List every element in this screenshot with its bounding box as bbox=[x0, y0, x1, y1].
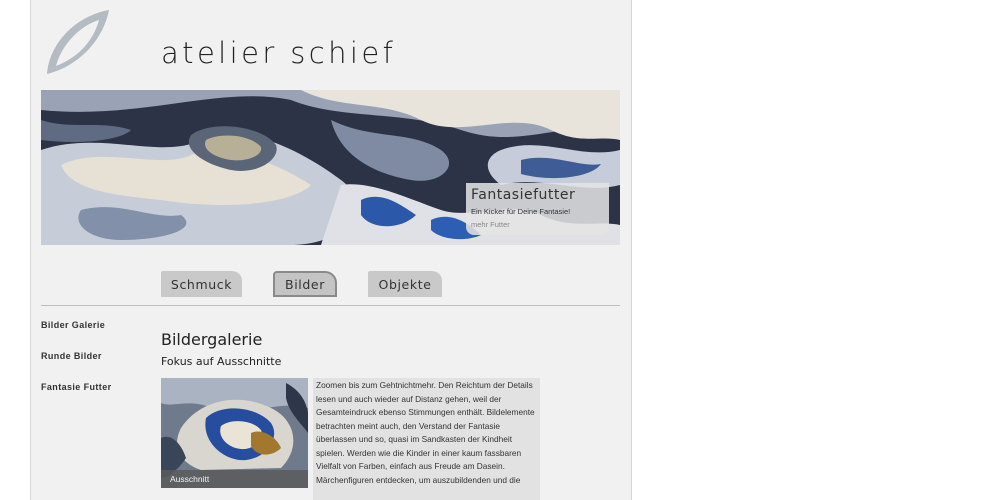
gallery-image[interactable]: Ausschnitt bbox=[161, 378, 308, 488]
gallery-description: Zoomen bis zum Gehtnichtmehr. Den Reicht… bbox=[313, 378, 540, 500]
description-paragraph: Zoomen bis zum Gehtnichtmehr. Den Reicht… bbox=[316, 380, 535, 471]
nav-divider bbox=[41, 305, 620, 306]
tab-bilder[interactable]: Bilder bbox=[273, 271, 337, 297]
sidebar-item-runde-bilder[interactable]: Runde Bilder bbox=[41, 351, 112, 361]
description-paragraph-continued: Märchenfiguren entdecken, um auszubilden… bbox=[316, 474, 521, 485]
page-container: atelier schief Fantasiefutter Ein Kicker… bbox=[30, 0, 632, 500]
site-title: atelier schief bbox=[161, 36, 397, 70]
sidebar-item-fantasie-futter[interactable]: Fantasie Futter bbox=[41, 382, 112, 392]
banner-subtitle: Ein Kicker für Deine Fantasie! bbox=[471, 207, 571, 216]
banner-title: Fantasiefutter bbox=[471, 187, 576, 203]
sidebar-nav: Bilder Galerie Runde Bilder Fantasie Fut… bbox=[41, 320, 112, 392]
hero-banner: Fantasiefutter Ein Kicker für Deine Fant… bbox=[41, 90, 620, 245]
sidebar-item-bilder-galerie[interactable]: Bilder Galerie bbox=[41, 320, 112, 330]
banner-caption-box: Fantasiefutter Ein Kicker für Deine Fant… bbox=[466, 183, 609, 235]
page-heading: Bildergalerie bbox=[161, 330, 263, 349]
tab-schmuck[interactable]: Schmuck bbox=[161, 271, 242, 297]
leaf-logo[interactable] bbox=[43, 8, 111, 76]
tab-objekte[interactable]: Objekte bbox=[368, 271, 442, 297]
gallery-image-caption: Ausschnitt bbox=[161, 470, 308, 488]
page-subheading: Fokus auf Ausschnitte bbox=[161, 355, 282, 368]
banner-more-link[interactable]: mehr Futter bbox=[471, 220, 604, 229]
